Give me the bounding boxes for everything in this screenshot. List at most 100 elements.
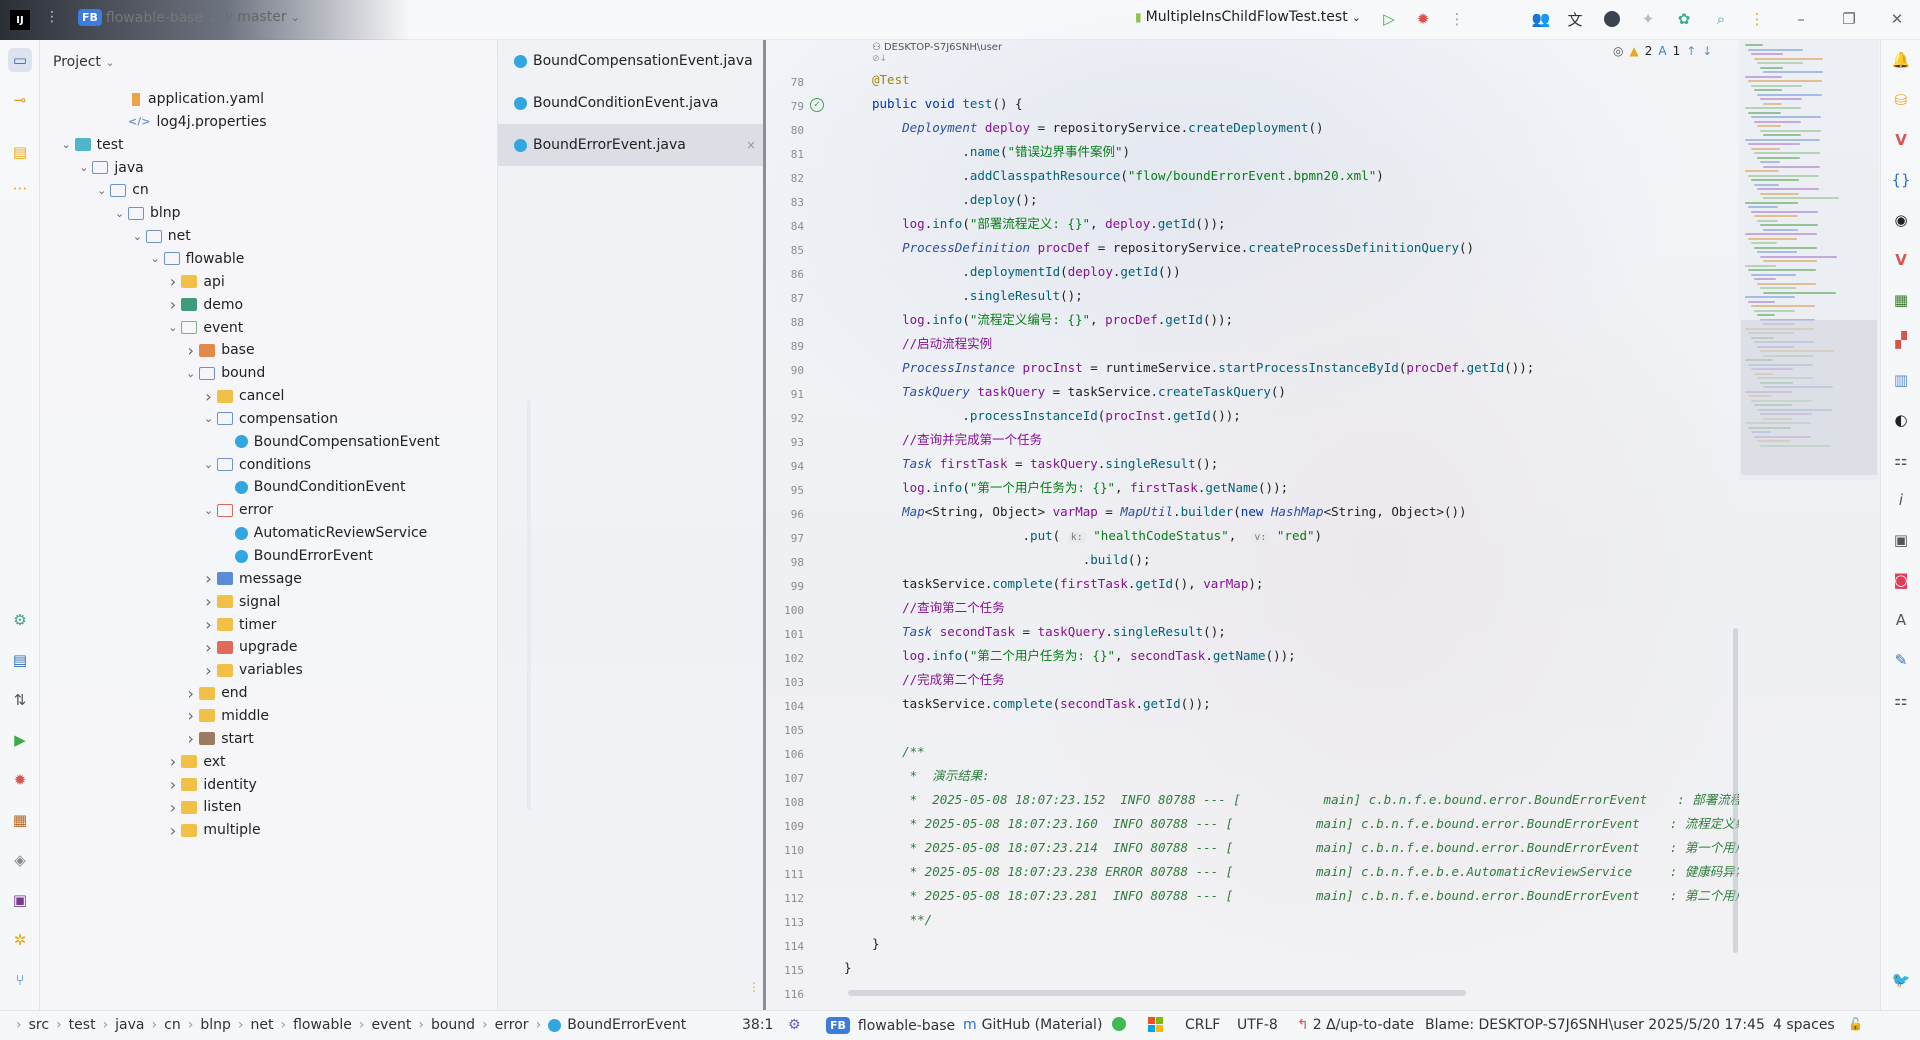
breadcrumb-item[interactable]: bound xyxy=(431,1017,475,1033)
theme-status[interactable]: ⅿ GitHub (Material) xyxy=(963,1017,1102,1033)
more-tools-icon[interactable]: ⋯ xyxy=(8,176,32,200)
lock-icon[interactable]: 🔓 xyxy=(1848,1017,1863,1031)
ai-status-icon[interactable]: ⚙ xyxy=(788,1017,801,1033)
chevron-right-icon[interactable]: › xyxy=(164,821,181,840)
chevron-down-icon[interactable]: ⌄ xyxy=(58,138,75,151)
chevron-right-icon[interactable]: › xyxy=(164,272,181,291)
minimap[interactable] xyxy=(1739,40,1879,480)
vue-devtools-icon[interactable]: V xyxy=(1889,248,1913,272)
chevron-down-icon[interactable]: ⌄ xyxy=(129,230,146,243)
app-icon[interactable]: ◙ xyxy=(1889,568,1913,592)
github-copilot-icon[interactable]: ◉ xyxy=(1889,208,1913,232)
chevron-down-icon[interactable]: ⌄ xyxy=(75,161,92,174)
chevron-down-icon[interactable]: ⌄ xyxy=(164,321,181,334)
chevron-right-icon[interactable]: › xyxy=(200,387,217,406)
messages-icon[interactable]: ▤ xyxy=(8,648,32,672)
restore-icon[interactable]: ❐ xyxy=(1838,8,1860,30)
record-icon[interactable] xyxy=(1601,8,1623,30)
branch-widget[interactable]: ⑂ master ⌄ xyxy=(226,9,300,25)
breadcrumb-item[interactable]: event xyxy=(371,1017,411,1033)
run-config-selector[interactable]: ▮ MultipleInsChildFlowTest.test ⌄ xyxy=(1135,9,1361,25)
commit-tool-icon[interactable]: ⊸ xyxy=(8,88,32,112)
caret-position[interactable]: 38:1 xyxy=(742,1017,773,1033)
services-icon[interactable]: ⚙ xyxy=(8,608,32,632)
previous-arrow-icon[interactable]: ↑ xyxy=(1686,44,1696,58)
chevron-right-icon[interactable]: › xyxy=(164,295,181,314)
chevron-down-icon[interactable]: ⌄ xyxy=(147,252,164,265)
chevron-right-icon[interactable]: › xyxy=(182,706,199,725)
save-icon[interactable]: ▣ xyxy=(1889,528,1913,552)
chevron-right-icon[interactable]: › xyxy=(164,752,181,771)
breadcrumb-item[interactable]: BoundErrorEvent xyxy=(567,1017,686,1033)
database-tool-icon[interactable]: ⛁ xyxy=(1889,88,1913,112)
code-editor[interactable]: ⚇ DESKTOP-S7J6SNH\user ⊘↓ @Test public voi… xyxy=(844,40,1739,1000)
chevron-down-icon[interactable]: ⌄ xyxy=(200,458,217,471)
project-panel-header[interactable]: Project ⌄ xyxy=(53,54,115,70)
close-icon[interactable]: ✕ xyxy=(1886,8,1908,30)
close-icon[interactable]: × xyxy=(746,138,756,152)
chevron-right-icon[interactable]: › xyxy=(182,729,199,748)
chevron-down-icon[interactable]: ⌄ xyxy=(182,367,199,380)
chevron-right-icon[interactable]: › xyxy=(182,684,199,703)
chevron-right-icon[interactable]: › xyxy=(182,341,199,360)
code-with-me-icon[interactable]: 👥 xyxy=(1530,8,1552,30)
minimap-viewport[interactable] xyxy=(1741,320,1877,475)
main-menu-icon[interactable]: ⋮ xyxy=(45,9,59,25)
terminal-icon[interactable]: ▣ xyxy=(8,888,32,912)
app-logo[interactable]: IJ xyxy=(10,10,30,30)
database-icon[interactable]: ▦ xyxy=(8,808,32,832)
breadcrumb-item[interactable]: java xyxy=(115,1017,144,1033)
chevron-right-icon[interactable]: › xyxy=(200,615,217,634)
chevron-right-icon[interactable]: › xyxy=(200,638,217,657)
plugin-icon[interactable]: ✦ xyxy=(1637,8,1659,30)
more-actions-icon[interactable]: ⋮ xyxy=(1446,8,1468,30)
chevron-right-icon[interactable]: › xyxy=(164,775,181,794)
structure-tool-icon[interactable]: ▤ xyxy=(8,140,32,164)
settings-update-icon[interactable]: ⋮ xyxy=(1746,8,1768,30)
git-status[interactable]: ↰ 2 Δ/up-to-date xyxy=(1297,1017,1414,1033)
project-widget[interactable]: FB flowable-base ⌄ xyxy=(78,9,216,26)
tree-item[interactable]: › multiple xyxy=(164,816,261,844)
breadcrumb-item[interactable]: flowable xyxy=(293,1017,352,1033)
endpoints-icon[interactable]: ◐ xyxy=(1889,408,1913,432)
file-list-item[interactable]: BoundCompensationEvent.java xyxy=(498,40,764,82)
gradle-icon[interactable]: ▦ xyxy=(1889,288,1913,312)
chevron-down-icon[interactable]: ⌄ xyxy=(111,207,128,220)
structure-icon[interactable]: ⚏ xyxy=(1889,688,1913,712)
chevron-right-icon[interactable]: › xyxy=(200,592,217,611)
chevron-right-icon[interactable]: › xyxy=(200,569,217,588)
ai-assistant-icon[interactable]: ✿ xyxy=(1673,8,1695,30)
debug-icon[interactable]: ✹ xyxy=(1412,8,1434,30)
breadcrumb-item[interactable]: test xyxy=(69,1017,96,1033)
chevron-down-icon[interactable]: ⌄ xyxy=(200,412,217,425)
blame-info[interactable]: Blame: DESKTOP-S7J6SNH\user 2025/5/20 17… xyxy=(1425,1017,1765,1033)
breadcrumb-item[interactable]: cn xyxy=(164,1017,181,1033)
info-icon[interactable]: i xyxy=(1889,488,1913,512)
bird-icon[interactable]: 🐦 xyxy=(1889,968,1913,992)
status-dot-icon[interactable] xyxy=(1112,1017,1126,1031)
chevron-right-icon[interactable]: › xyxy=(164,798,181,817)
editor-horizontal-scrollbar[interactable] xyxy=(848,990,1466,996)
windows-icon[interactable] xyxy=(1148,1017,1163,1032)
line-separator[interactable]: CRLF xyxy=(1185,1017,1220,1033)
inspection-widget[interactable]: ◎ ▲ 2 A1 ↑ ↓ xyxy=(1613,44,1712,58)
search-icon[interactable]: ⌕ xyxy=(1710,8,1732,30)
file-list-item[interactable]: BoundErrorEvent.java × xyxy=(498,124,764,166)
project-tool-icon[interactable]: ▭ xyxy=(8,48,32,72)
hierarchy-icon[interactable]: ⚏ xyxy=(1889,448,1913,472)
breadcrumb-item[interactable]: error xyxy=(495,1017,529,1033)
vue-icon[interactable]: V xyxy=(1889,128,1913,152)
translate-icon[interactable]: 文 xyxy=(1564,8,1586,30)
git-icon[interactable]: ⑂ xyxy=(8,968,32,992)
text-icon[interactable]: A xyxy=(1889,608,1913,632)
pen-icon[interactable]: ✎ xyxy=(1889,648,1913,672)
documents-icon[interactable]: ▥ xyxy=(1889,368,1913,392)
maven-icon[interactable]: ⇅ xyxy=(8,688,32,712)
file-encoding[interactable]: UTF-8 xyxy=(1237,1017,1278,1033)
minimize-icon[interactable]: – xyxy=(1790,8,1812,30)
file-list-item[interactable]: BoundConditionEvent.java xyxy=(498,82,764,124)
bookmarks-icon[interactable]: ▞ xyxy=(1889,328,1913,352)
json-icon[interactable]: {} xyxy=(1889,168,1913,192)
breadcrumb-item[interactable]: blnp xyxy=(200,1017,231,1033)
more-icon[interactable]: ⋮ xyxy=(748,980,760,994)
